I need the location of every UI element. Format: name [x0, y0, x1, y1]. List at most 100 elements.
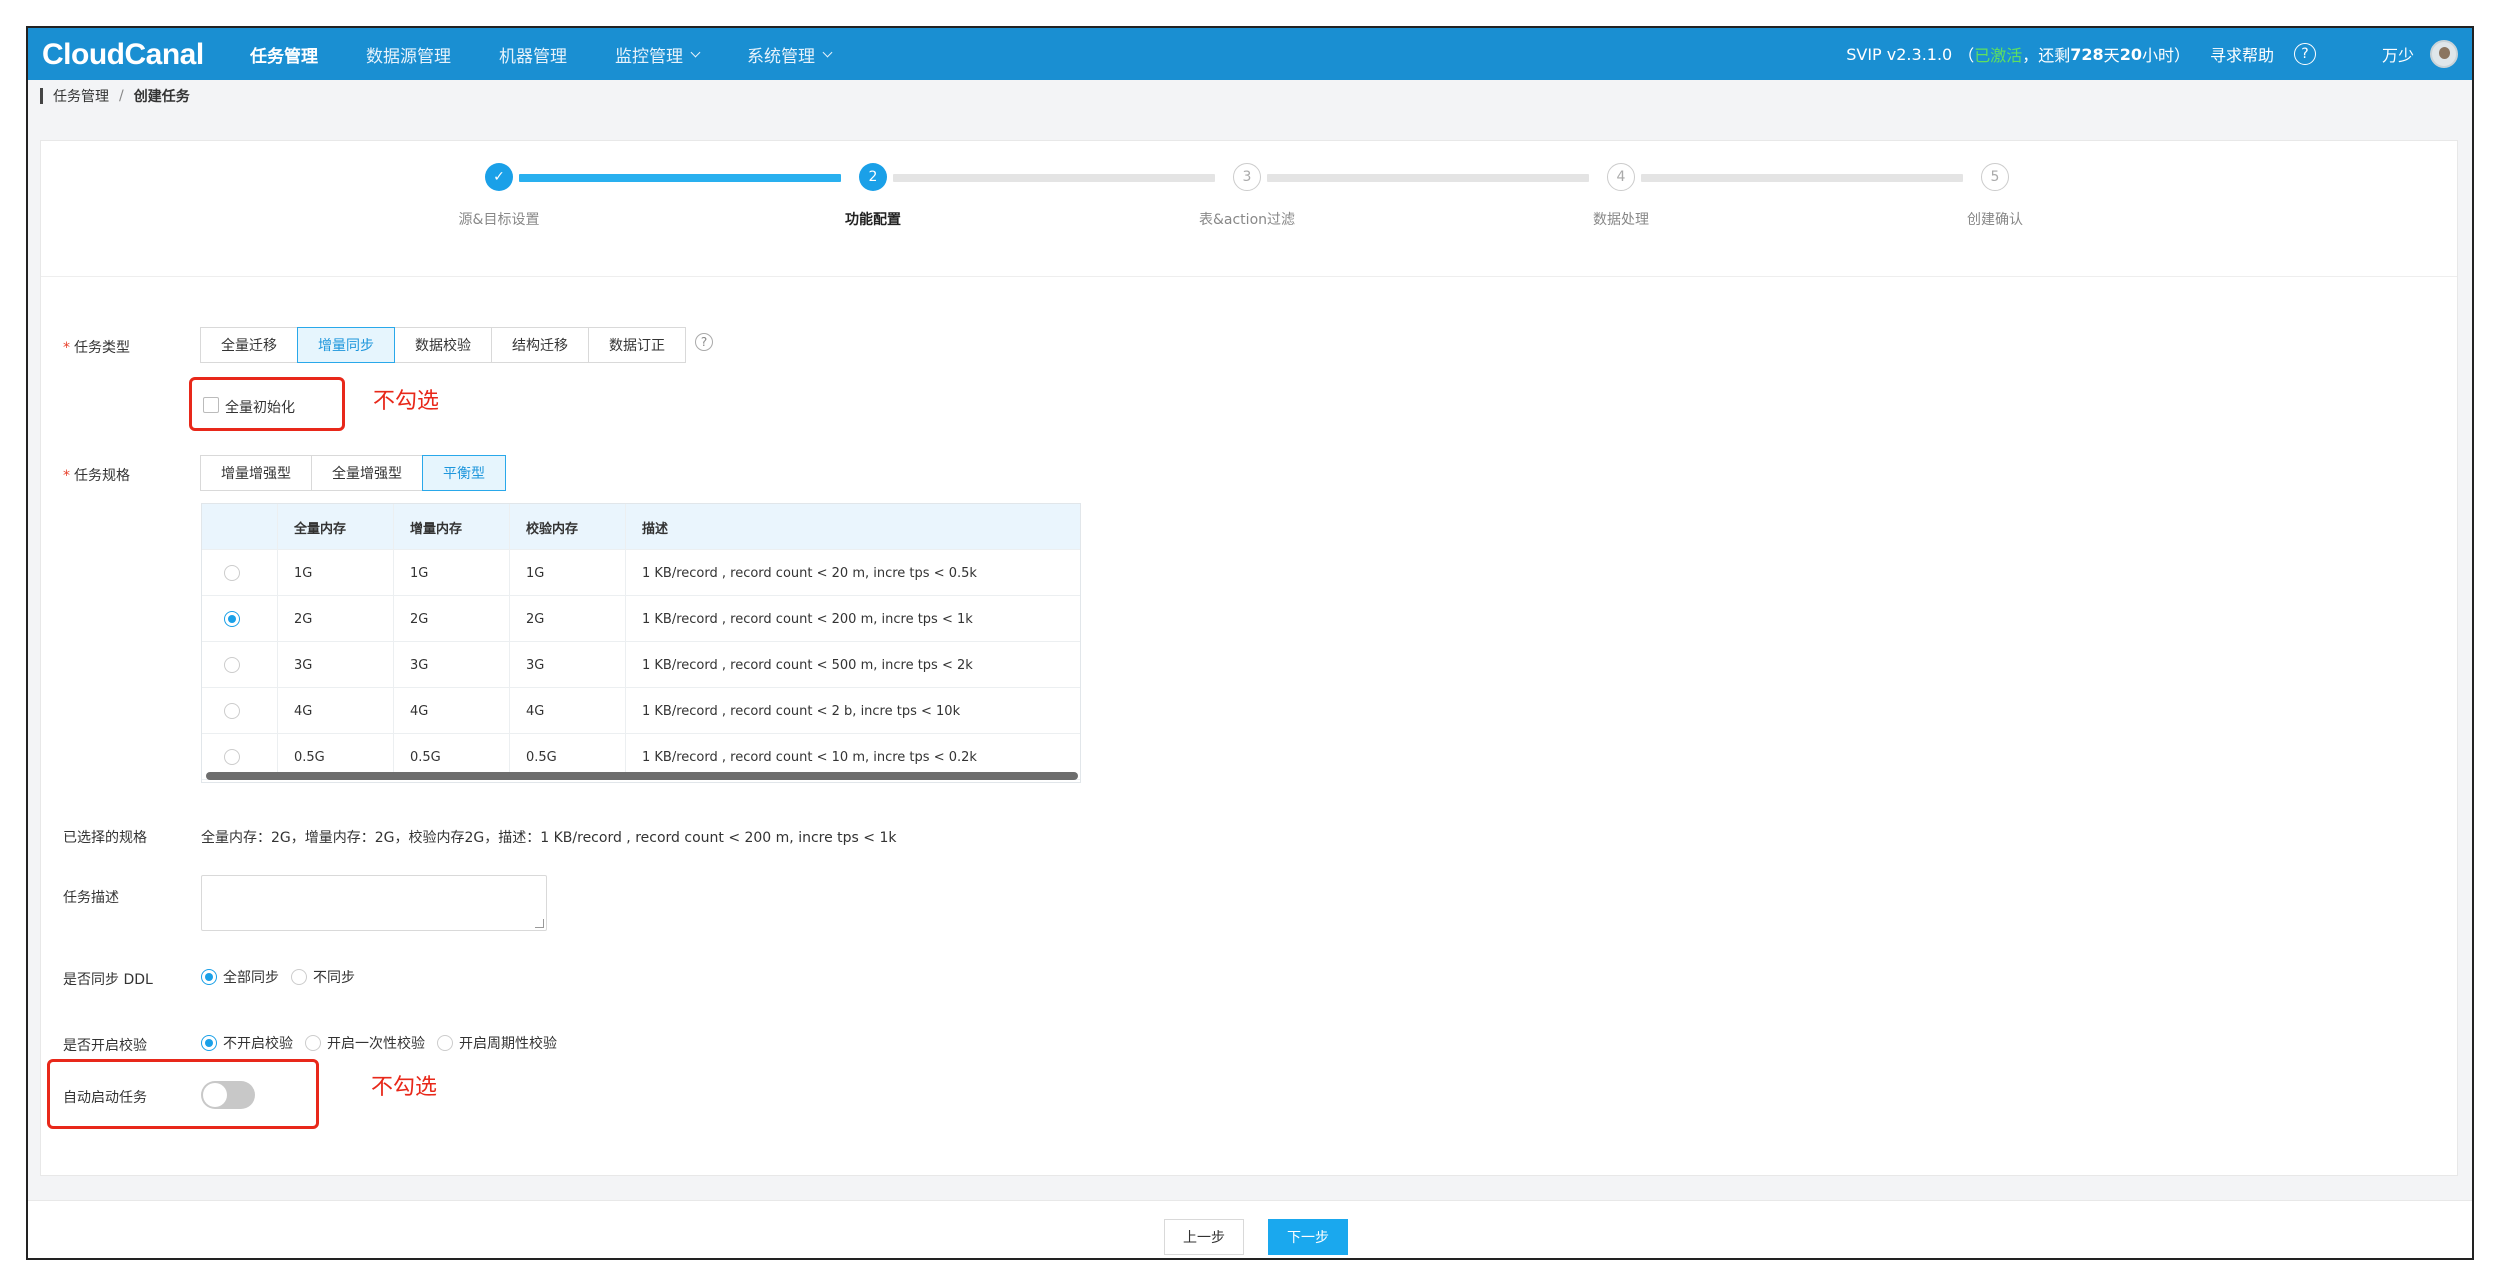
ddl-option-all[interactable]: 全部同步 — [201, 967, 279, 987]
auto-start-toggle[interactable] — [201, 1081, 255, 1109]
table-horizontal-scrollbar[interactable] — [206, 772, 1078, 780]
task-type-data-check[interactable]: 数据校验 — [394, 327, 492, 363]
nav-task-management[interactable]: 任务管理 — [250, 42, 318, 67]
nav-machine-management[interactable]: 机器管理 — [499, 42, 567, 67]
resize-handle-icon[interactable] — [535, 919, 544, 928]
app-window: CloudCanal 任务管理 数据源管理 机器管理 监控管理 系统管理 SVI… — [26, 26, 2474, 1260]
table-row[interactable]: 4G 4G 4G 1 KB/record , record count < 2 … — [202, 688, 1080, 734]
table-cell: 2G — [510, 596, 626, 642]
required-mark: * — [63, 468, 70, 484]
radio-label: 全部同步 — [223, 970, 279, 986]
required-mark: * — [63, 340, 70, 356]
chevron-down-icon — [690, 47, 701, 57]
step-5-label: 创建确认 — [1967, 212, 2023, 228]
table-row[interactable]: 1G 1G 1G 1 KB/record , record count < 20… — [202, 550, 1080, 596]
step-connector — [519, 174, 841, 182]
table-cell-select[interactable] — [202, 688, 278, 734]
ddl-sync-radio-group: 全部同步 不同步 — [201, 967, 367, 987]
breadcrumb: 任务管理 / 创建任务 — [28, 80, 2472, 112]
task-desc-textarea[interactable] — [201, 875, 547, 931]
check-option-once[interactable]: 开启一次性校验 — [305, 1033, 425, 1053]
table-row[interactable]: 2G 2G 2G 1 KB/record , record count < 20… — [202, 596, 1080, 642]
help-link[interactable]: 寻求帮助 — [2210, 42, 2274, 66]
auto-start-label: 自动启动任务 — [63, 1090, 147, 1106]
full-init-checkbox[interactable] — [203, 397, 219, 413]
step-1-label: 源&目标设置 — [458, 212, 540, 228]
table-cell: 1G — [394, 550, 510, 596]
row-radio[interactable] — [224, 657, 240, 673]
task-type-incremental-sync[interactable]: 增量同步 — [297, 327, 395, 363]
task-type-text: 任务类型 — [74, 340, 130, 356]
table-cell: 4G — [278, 688, 394, 734]
nav-label: 监控管理 — [615, 46, 683, 67]
table-cell-select[interactable] — [202, 596, 278, 642]
check-option-periodic[interactable]: 开启周期性校验 — [437, 1033, 557, 1053]
step-2: 2 — [859, 163, 887, 191]
avatar[interactable] — [2430, 40, 2458, 68]
nav-label: 任务管理 — [250, 46, 318, 67]
next-step-button[interactable]: 下一步 — [1268, 1219, 1348, 1255]
content-panel: ✓ 2 3 4 5 源&目标设置 功能配置 表&action过滤 数据处理 创建… — [40, 140, 2458, 1176]
radio-label: 不同步 — [313, 970, 355, 986]
question-circle-icon[interactable]: ? — [695, 333, 713, 351]
selected-spec-label: 已选择的规格 — [63, 830, 147, 846]
table-row[interactable]: 3G 3G 3G 1 KB/record , record count < 50… — [202, 642, 1080, 688]
license-remain-hours: 20 — [2119, 44, 2142, 64]
table-cell-select[interactable] — [202, 550, 278, 596]
table-cell: 1 KB/record , record count < 2 b, incre … — [642, 703, 961, 719]
spec-incremental-enhanced[interactable]: 增量增强型 — [200, 455, 312, 491]
breadcrumb-marker — [40, 88, 43, 104]
spec-balanced[interactable]: 平衡型 — [422, 455, 506, 491]
nav-monitor-management[interactable]: 监控管理 — [615, 42, 701, 67]
step-1-check-icon: ✓ — [485, 163, 513, 191]
task-type-data-correction[interactable]: 数据订正 — [588, 327, 686, 363]
step-connector — [893, 174, 1215, 182]
table-cell: 3G — [510, 642, 626, 688]
radio-label: 不开启校验 — [223, 1036, 293, 1052]
step-2-label: 功能配置 — [845, 212, 901, 228]
row-radio[interactable] — [224, 749, 240, 765]
radio-label: 开启一次性校验 — [327, 1036, 425, 1052]
radio-check-periodic[interactable] — [437, 1035, 453, 1051]
check-option-off[interactable]: 不开启校验 — [201, 1033, 293, 1053]
license-day-unit: 天 — [2103, 46, 2120, 65]
ddl-option-none[interactable]: 不同步 — [291, 967, 355, 987]
check-radio-group: 不开启校验 开启一次性校验 开启周期性校验 — [201, 1033, 569, 1053]
full-init-label[interactable]: 全量初始化 — [225, 397, 295, 417]
top-navbar: CloudCanal 任务管理 数据源管理 机器管理 监控管理 系统管理 SVI… — [28, 28, 2472, 80]
table-cell: 1G — [510, 550, 626, 596]
license-activated: 已激活 — [1974, 46, 2023, 65]
spec-label: * 任务规格 — [63, 465, 130, 485]
footer-bar: 上一步 下一步 — [28, 1200, 2472, 1258]
breadcrumb-parent[interactable]: 任务管理 — [53, 86, 109, 106]
radio-check-once[interactable] — [305, 1035, 321, 1051]
radio-check-off[interactable] — [201, 1035, 217, 1051]
table-header-row: 全量内存 增量内存 校验内存 描述 — [202, 504, 1080, 550]
annotation-no-check-2: 不勾选 — [371, 1075, 438, 1100]
task-desc-label: 任务描述 — [63, 890, 119, 906]
row-radio[interactable] — [224, 611, 240, 627]
prev-step-button[interactable]: 上一步 — [1164, 1219, 1244, 1255]
table-cell: 4G — [510, 688, 626, 734]
user-name[interactable]: 万少 — [2382, 42, 2414, 66]
task-type-full-migration[interactable]: 全量迁移 — [200, 327, 298, 363]
table-cell-select[interactable] — [202, 642, 278, 688]
radio-all-sync[interactable] — [201, 969, 217, 985]
table-cell: 1G — [278, 550, 394, 596]
task-type-schema-migration[interactable]: 结构迁移 — [491, 327, 589, 363]
nav-datasource-management[interactable]: 数据源管理 — [366, 42, 451, 67]
row-radio[interactable] — [224, 703, 240, 719]
radio-no-sync[interactable] — [291, 969, 307, 985]
nav-system-management[interactable]: 系统管理 — [747, 42, 833, 67]
step-progress: ✓ 2 3 4 5 源&目标设置 功能配置 表&action过滤 数据处理 创建… — [41, 141, 2457, 277]
cloudcanal-logo[interactable]: CloudCanal — [42, 38, 204, 72]
task-type-label: * 任务类型 — [63, 337, 130, 357]
help-circle-icon[interactable]: ? — [2293, 43, 2316, 65]
license-hour-unit: 小时） — [2141, 46, 2190, 65]
spec-type-selector: 增量增强型 全量增强型 平衡型 — [200, 455, 506, 491]
spec-full-enhanced[interactable]: 全量增强型 — [311, 455, 423, 491]
nav-label: 数据源管理 — [366, 46, 451, 67]
table-header-cell: 增量内存 — [394, 504, 510, 550]
row-radio[interactable] — [224, 565, 240, 581]
nav-label: 系统管理 — [747, 46, 815, 67]
